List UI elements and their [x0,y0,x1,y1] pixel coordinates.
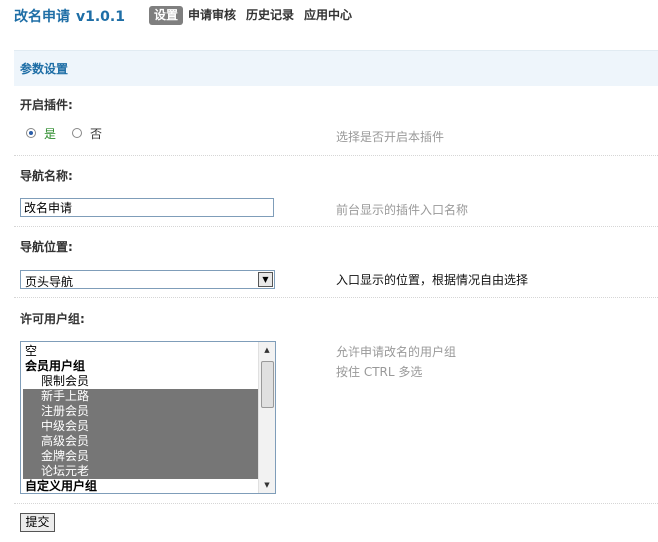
enable-yes-radio[interactable] [26,128,36,138]
nav-name-label: 导航名称: [20,169,73,183]
nav-position-select[interactable]: 页头导航 ▼ [20,270,275,289]
user-groups-listbox[interactable]: 空会员用户组 限制会员 新手上路 注册会员 中级会员 高级会员 金牌会员 论坛元老 自定义用户组… [20,341,276,494]
submit-button[interactable]: 提交 [20,513,55,532]
app-title: 改名申请 v1.0.1 [14,6,125,26]
chevron-down-icon[interactable]: ▼ [258,272,273,287]
listbox-group-header[interactable]: 会员用户组 [23,359,259,374]
divider [14,503,658,504]
enable-plugin-hint: 选择是否开启本插件 [336,130,445,144]
enable-no-radio[interactable] [72,128,82,138]
listbox-group-header[interactable]: 自定义用户组 [23,479,259,493]
enable-plugin-label: 开启插件: [20,98,73,112]
listbox-option[interactable]: 中级会员 [23,419,259,434]
nav-name-hint: 前台显示的插件入口名称 [336,203,469,217]
enable-no-label[interactable]: 否 [90,125,102,142]
scroll-up-icon[interactable]: ▲ [259,343,275,357]
nav-position-label: 导航位置: [20,240,73,254]
user-groups-label: 许可用户组: [20,312,85,326]
tab-application-review[interactable]: 申请审核 [183,6,241,25]
user-groups-hint: 允许申请改名的用户组 [336,345,457,359]
app-name: 改名申请 [14,9,70,25]
nav-position-hint: 入口显示的位置，根据情况自由选择 [336,273,529,287]
divider [14,155,658,156]
divider [14,297,658,298]
top-nav: 设置 申请审核 历史记录 应用中心 [149,6,357,25]
divider [14,226,658,227]
scroll-down-icon[interactable]: ▼ [259,478,275,492]
tab-settings[interactable]: 设置 [149,6,184,25]
scroll-thumb[interactable] [261,361,274,408]
enable-yes-label[interactable]: 是 [44,125,56,142]
listbox-option[interactable]: 限制会员 [23,374,259,389]
user-groups-hint-ctrl: 按住 CTRL 多选 [336,365,423,379]
section-header-bar [14,50,658,86]
listbox-scrollbar[interactable]: ▲ ▼ [258,342,275,493]
tab-app-center[interactable]: 应用中心 [299,6,357,25]
listbox-option[interactable]: 论坛元老 [23,464,259,479]
app-version: v1.0.1 [76,9,125,25]
listbox-option[interactable]: 注册会员 [23,404,259,419]
listbox-option[interactable]: 金牌会员 [23,449,259,464]
tab-history[interactable]: 历史记录 [241,6,299,25]
listbox-option[interactable]: 新手上路 [23,389,259,404]
section-title: 参数设置 [20,62,69,76]
user-groups-options: 空会员用户组 限制会员 新手上路 注册会员 中级会员 高级会员 金牌会员 论坛元老 自定义用户组 [23,344,259,493]
nav-name-input[interactable] [20,198,274,217]
listbox-option[interactable]: 高级会员 [23,434,259,449]
nav-position-value: 页头导航 [25,275,74,289]
listbox-option[interactable]: 空 [23,344,259,359]
